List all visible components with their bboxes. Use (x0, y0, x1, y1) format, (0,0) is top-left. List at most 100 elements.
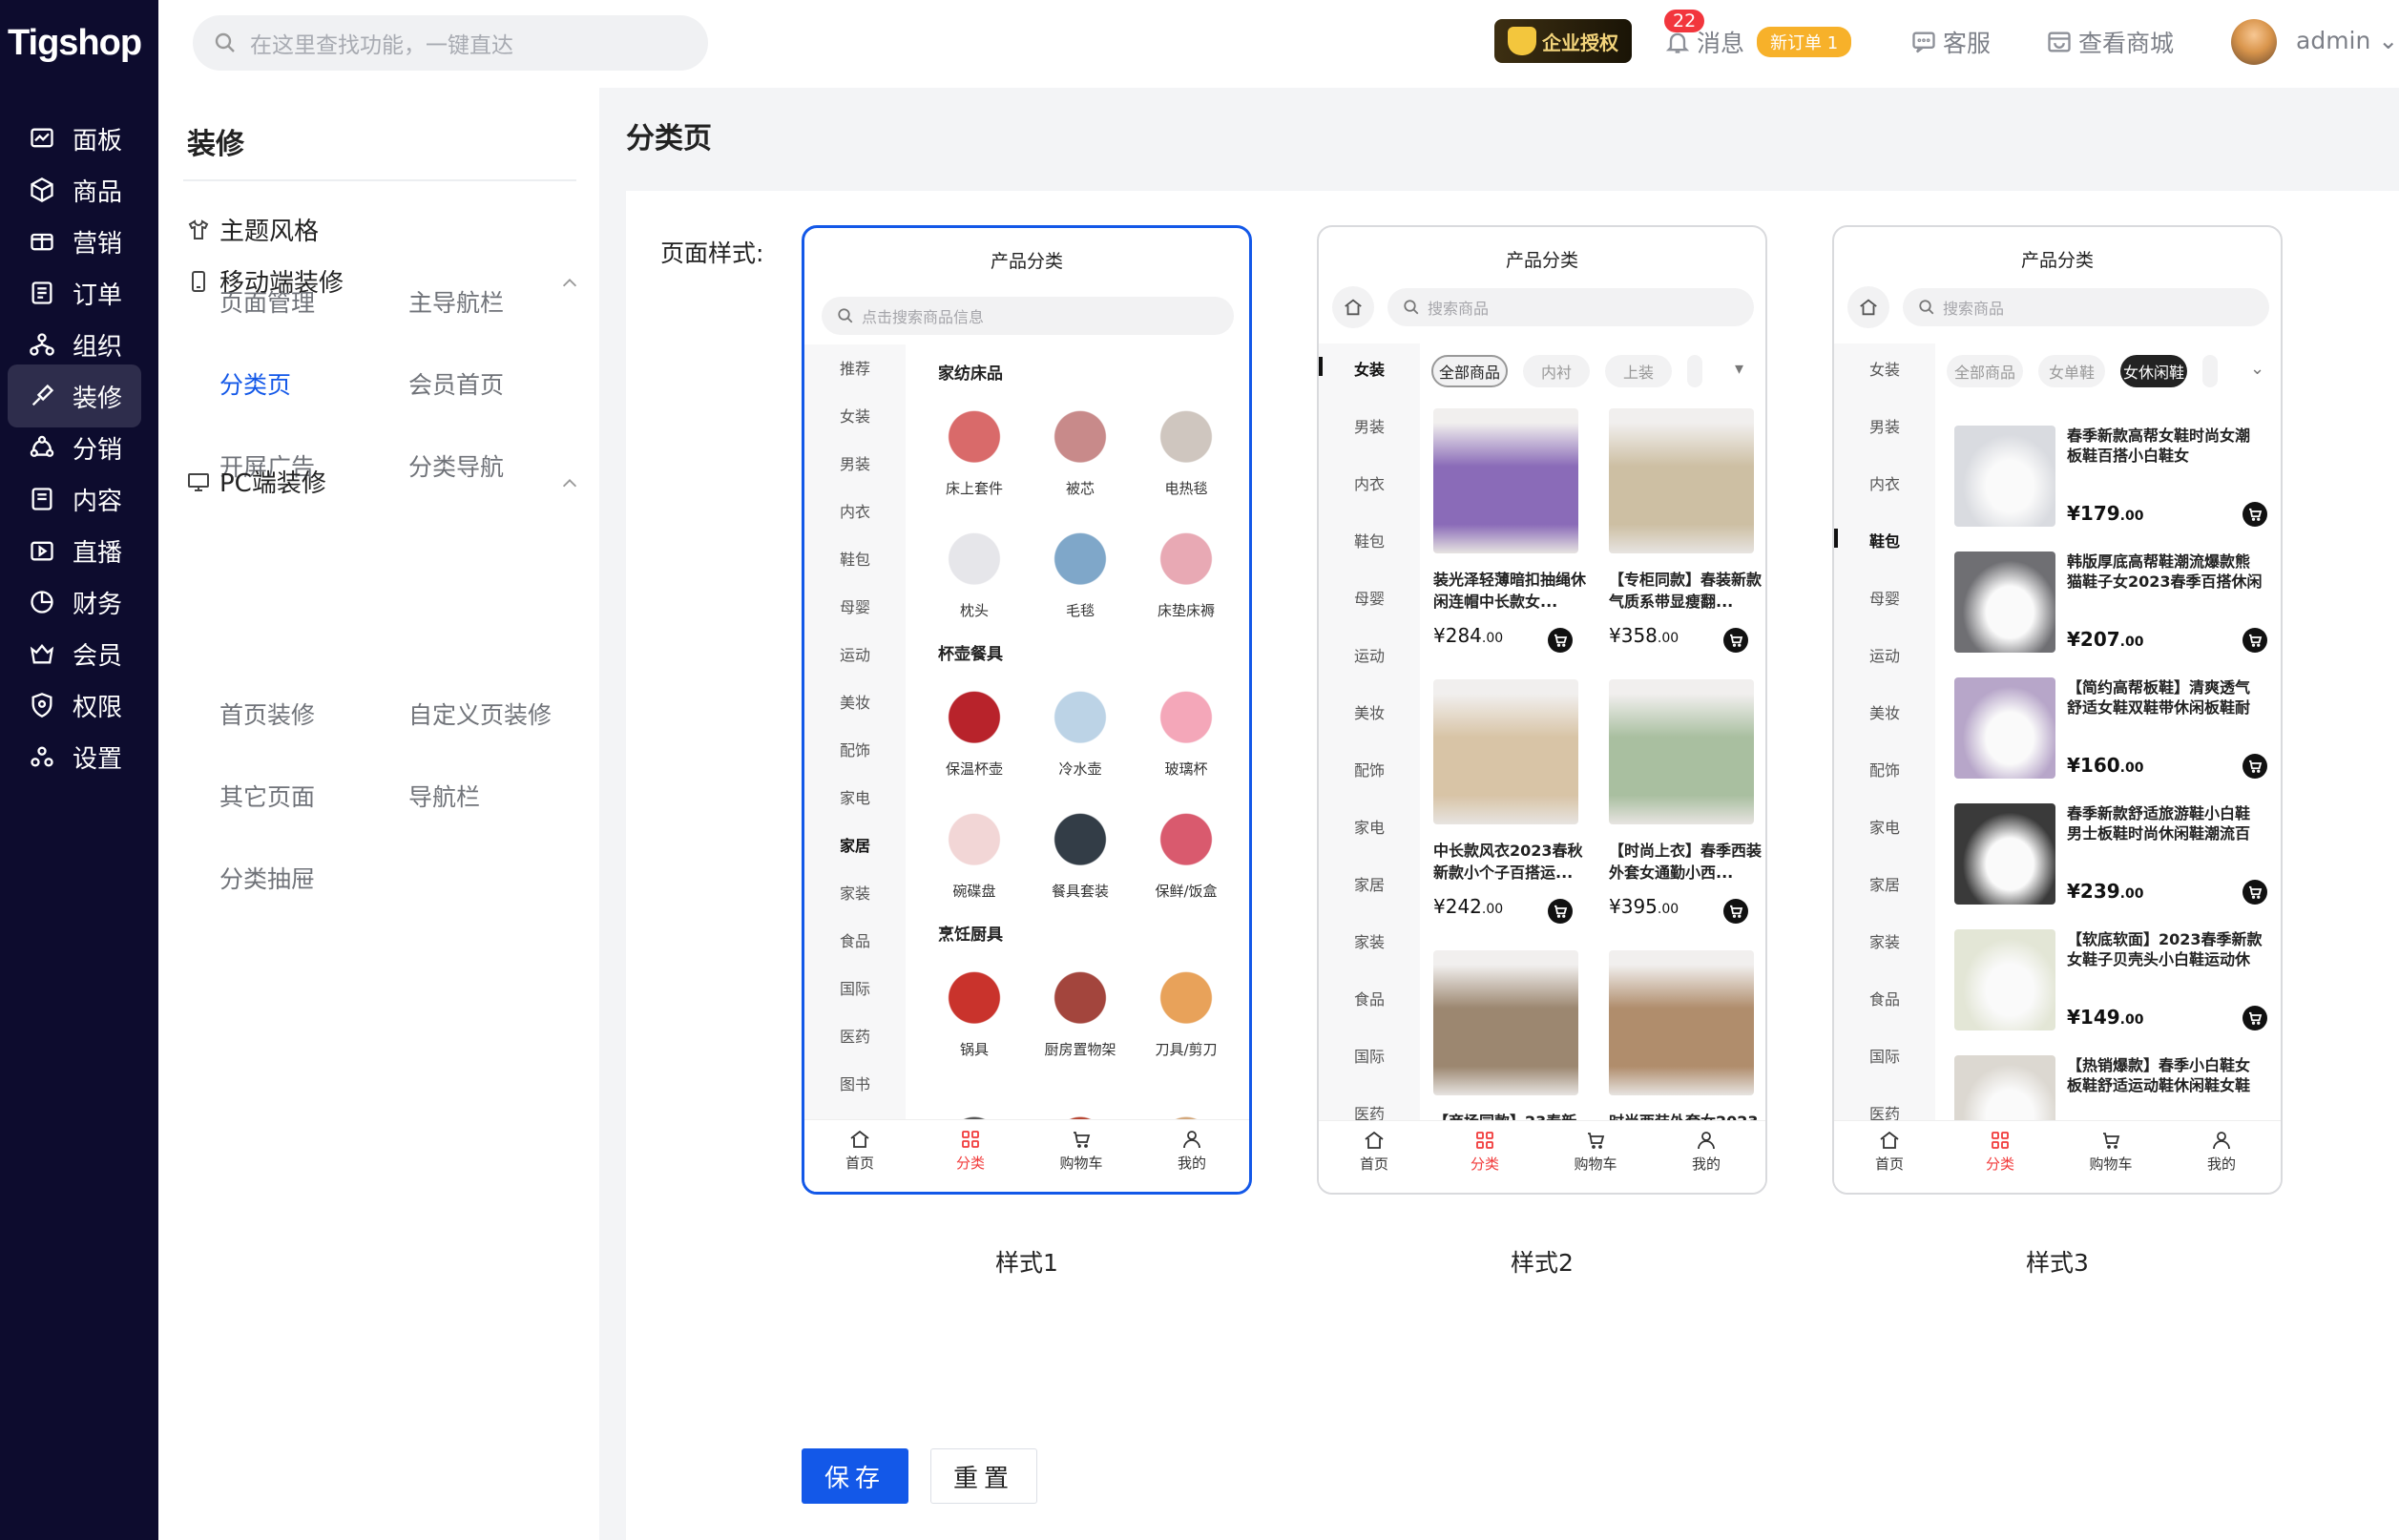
product-card[interactable]: 装光泽轻薄暗扣抽绳休闲连帽中长款女... ¥284.00 (1433, 408, 1586, 653)
tab-home[interactable]: 首页 (1842, 1129, 1937, 1174)
new-order-badge[interactable]: 新订单 1 (1757, 27, 1852, 57)
sidebar-item-pc-0[interactable]: 首页装修 (219, 697, 315, 731)
category-item[interactable]: 配饰 (1834, 758, 1935, 780)
product-card[interactable]: 【时尚上衣】春季西装外套女通勤小西... ¥395.00 (1609, 679, 1762, 924)
category-item[interactable]: 内衣 (804, 499, 906, 522)
add-to-cart-icon[interactable] (1548, 628, 1573, 653)
category-item[interactable]: 家电 (804, 785, 906, 808)
category-item[interactable]: 家居 (1319, 872, 1420, 895)
category-item[interactable]: 家装 (1834, 929, 1935, 952)
add-to-cart-icon[interactable] (2243, 502, 2267, 527)
style-option-3[interactable]: 产品分类 搜索商品 女装 男装 内衣 鞋包 母婴 运动 美妆 配饰 家电 家居 家装 食品 国际 医药 全… (1832, 225, 2283, 1195)
category-item[interactable]: 推荐 (804, 356, 906, 379)
category-item[interactable]: 鞋包 (804, 547, 906, 570)
product-row[interactable]: 春季新款舒适旅游鞋小白鞋男士板鞋时尚休闲鞋潮流百搭运动... ¥239.00 (1954, 803, 2279, 908)
sidebar-item-mobile-1[interactable]: 主导航栏 (408, 284, 504, 319)
sidebar-item-mobile-3[interactable]: 会员首页 (408, 366, 504, 401)
category-item[interactable]: 国际 (1834, 1044, 1935, 1067)
avatar[interactable] (2231, 19, 2277, 65)
chevron-down-icon[interactable]: ⌄ (2250, 359, 2264, 379)
category-item[interactable]: 女装 (1319, 357, 1420, 380)
sidebar-group-pc[interactable]: PC端装修 (187, 464, 326, 499)
category-item[interactable]: 食品 (804, 928, 906, 951)
filter-chip[interactable]: 女休闲鞋 (2120, 355, 2187, 387)
category-thumb[interactable]: 枕头 (927, 520, 1022, 620)
user-menu[interactable]: admin ⌄ (2296, 27, 2398, 54)
add-to-cart-icon[interactable] (1723, 899, 1748, 924)
category-thumb[interactable]: 冷水壶 (1033, 678, 1128, 779)
sidebar-item-pc-1[interactable]: 自定义页装修 (408, 697, 552, 731)
product-row[interactable]: 春季新款高帮女鞋时尚女潮板鞋百搭小白鞋女 ¥179.00 (1954, 426, 2279, 531)
category-item[interactable]: 内衣 (1319, 471, 1420, 494)
filter-chip[interactable]: 上装 (1605, 355, 1672, 387)
filter-chip[interactable]: 全部商品 (1947, 355, 2023, 387)
category-thumb[interactable]: 保鲜/饭盒 (1138, 801, 1234, 901)
chevron-up-icon[interactable] (559, 473, 580, 494)
sidebar-item-mobile-5[interactable]: 分类导航 (408, 448, 504, 483)
style-option-2[interactable]: 产品分类 搜索商品 女装 男装 内衣 鞋包 母婴 运动 美妆 配饰 家电 家居 家装 食品 国际 医药 全… (1317, 225, 1767, 1195)
category-item[interactable]: 鞋包 (1319, 529, 1420, 551)
category-item[interactable]: 医药 (804, 1024, 906, 1047)
category-item[interactable]: 女装 (804, 404, 906, 427)
category-item[interactable]: 配饰 (1319, 758, 1420, 780)
view-store-link[interactable]: 查看商城 (2046, 25, 2174, 59)
category-thumb[interactable]: 碗碟盘 (927, 801, 1022, 901)
tab-category[interactable]: 分类 (923, 1128, 1018, 1173)
sidebar-item-pc-3[interactable]: 导航栏 (408, 779, 480, 813)
category-item[interactable]: 男装 (804, 451, 906, 474)
reset-button[interactable]: 重置 (930, 1448, 1037, 1504)
category-item[interactable]: 家居 (1834, 872, 1935, 895)
filter-chip[interactable]: 全部商品 (1431, 355, 1508, 387)
tab-cart[interactable]: 购物车 (1548, 1129, 1643, 1174)
category-item[interactable]: 家电 (1834, 815, 1935, 838)
sidebar-item-pc-2[interactable]: 其它页面 (219, 779, 315, 813)
category-item[interactable]: 母婴 (804, 594, 906, 617)
category-item[interactable]: 内衣 (1834, 471, 1935, 494)
category-item[interactable]: 国际 (1319, 1044, 1420, 1067)
category-item[interactable]: 鞋包 (1834, 529, 1935, 551)
category-item[interactable]: 男装 (1834, 414, 1935, 437)
filter-chip[interactable]: 女单鞋 (2038, 355, 2105, 387)
product-row[interactable]: 【简约高帮板鞋】清爽透气舒适女鞋双鞋带休闲板鞋耐磨耐穿... ¥160.00 (1954, 677, 2279, 782)
filter-chip[interactable]: 内衬 (1523, 355, 1590, 387)
chevron-up-icon[interactable] (559, 273, 580, 294)
category-thumb[interactable]: 床垫床褥 (1138, 520, 1234, 620)
category-thumb[interactable]: 刀具/剪刀 (1138, 959, 1234, 1059)
category-item[interactable]: 运动 (1319, 643, 1420, 666)
category-item[interactable]: 国际 (804, 976, 906, 999)
messages-link[interactable]: 消息 (1664, 25, 1744, 59)
category-item[interactable]: 食品 (1319, 987, 1420, 1009)
category-item[interactable]: 美妆 (804, 690, 906, 713)
nav-item-12[interactable]: 设置 (8, 725, 141, 788)
category-item[interactable]: 家电 (1319, 815, 1420, 838)
category-item[interactable]: 运动 (1834, 643, 1935, 666)
category-thumb[interactable]: 玻璃杯 (1138, 678, 1234, 779)
add-to-cart-icon[interactable] (1723, 628, 1748, 653)
tab-user[interactable]: 我的 (1144, 1128, 1240, 1173)
product-card[interactable]: 中长款风衣2023春秋新款小个子百搭运... ¥242.00 (1433, 679, 1586, 924)
category-item[interactable]: 食品 (1834, 987, 1935, 1009)
category-item[interactable]: 男装 (1319, 414, 1420, 437)
add-to-cart-icon[interactable] (1548, 899, 1573, 924)
category-item[interactable]: 女装 (1834, 357, 1935, 380)
tab-category[interactable]: 分类 (1952, 1129, 2048, 1174)
customer-service-link[interactable]: 客服 (1910, 25, 1991, 59)
chevron-down-icon[interactable]: ▾ (1735, 359, 1743, 379)
category-item[interactable]: 母婴 (1834, 586, 1935, 609)
sidebar-item-pc-4[interactable]: 分类抽屉 (219, 861, 315, 895)
add-to-cart-icon[interactable] (2243, 628, 2267, 653)
category-thumb[interactable]: 毛毯 (1033, 520, 1128, 620)
add-to-cart-icon[interactable] (2243, 1006, 2267, 1030)
enterprise-auth-badge[interactable]: 企业授权 (1494, 19, 1632, 63)
category-thumb[interactable]: 保温杯壶 (927, 678, 1022, 779)
tab-home[interactable]: 首页 (812, 1128, 907, 1173)
add-to-cart-icon[interactable] (2243, 754, 2267, 779)
category-item[interactable]: 图书 (804, 1072, 906, 1094)
tab-home[interactable]: 首页 (1326, 1129, 1422, 1174)
category-item[interactable]: 家装 (804, 881, 906, 904)
tab-cart[interactable]: 购物车 (2063, 1129, 2159, 1174)
category-item[interactable]: 家居 (804, 833, 906, 856)
category-item[interactable]: 运动 (804, 642, 906, 665)
tab-user[interactable]: 我的 (2174, 1129, 2269, 1174)
sidebar-item-mobile-2[interactable]: 分类页 (219, 366, 291, 401)
